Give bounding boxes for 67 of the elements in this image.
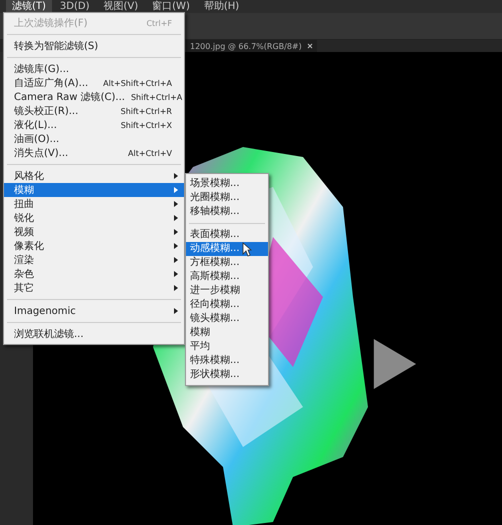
menu-item[interactable]: 液化(L)... Shift+Ctrl+X <box>4 118 184 132</box>
shortcut-text: Shift+Ctrl+A <box>130 92 182 102</box>
submenu-item[interactable]: 形状模糊... <box>186 368 268 382</box>
shortcut-text: Alt+Ctrl+V <box>128 148 172 158</box>
shortcut-text: Shift+Ctrl+X <box>120 120 172 130</box>
shortcut-text: Alt+Shift+Ctrl+A <box>103 78 172 88</box>
menu-item-label: 杂色 <box>14 268 34 281</box>
submenu-item[interactable]: 移轴模糊... <box>186 205 268 219</box>
menu-bar-item[interactable]: 帮助(H) <box>198 0 246 13</box>
menu-item[interactable]: 渲染 <box>4 253 184 267</box>
menu-item[interactable]: 扭曲 <box>4 197 184 211</box>
menu-item-label: 风格化 <box>14 170 44 183</box>
menu-item-label: 其它 <box>14 282 34 295</box>
menu-item-label: 锐化 <box>14 212 34 225</box>
menu-item-label: 视频 <box>14 226 34 239</box>
submenu-item[interactable]: 镜头模糊... <box>186 312 268 326</box>
menu-bar-item[interactable]: 窗口(W) <box>146 0 196 13</box>
menu-item[interactable]: 其它 <box>4 281 184 295</box>
menu-item[interactable]: 像素化 <box>4 239 184 253</box>
menu-item-label: 转换为智能滤镜(S) <box>14 40 98 53</box>
menu-item[interactable]: Imagenomic <box>4 304 184 318</box>
close-icon[interactable] <box>306 43 313 49</box>
shortcut-text: Ctrl+F <box>146 18 172 28</box>
menu-item[interactable]: Camera Raw 滤镜(C)... Shift+Ctrl+A <box>4 90 184 104</box>
menu-item[interactable]: 浏览联机滤镜... <box>4 327 184 341</box>
menu-item-label: 浏览联机滤镜... <box>14 328 84 341</box>
menu-item-label: 上次滤镜操作(F) <box>14 16 88 30</box>
menu-item[interactable]: 转换为智能滤镜(S) <box>4 39 184 53</box>
document-tab[interactable]: 1200.jpg @ 66.7%(RGB/8#) <box>186 40 317 52</box>
submenu-item[interactable]: 方框模糊... <box>186 256 268 270</box>
menu-item-label: 扭曲 <box>14 198 34 211</box>
submenu-item[interactable]: 模糊 <box>186 326 268 340</box>
shortcut-text: Shift+Ctrl+R <box>120 106 172 116</box>
menu-item[interactable]: 杂色 <box>4 267 184 281</box>
menu-item-label: Camera Raw 滤镜(C)... <box>14 90 125 104</box>
menu-item[interactable]: 镜头校正(R)... Shift+Ctrl+R <box>4 104 184 118</box>
submenu-item[interactable]: 光圈模糊... <box>186 191 268 205</box>
submenu-item[interactable]: 场景模糊... <box>186 177 268 191</box>
submenu-item[interactable]: 特殊模糊... <box>186 354 268 368</box>
menu-item[interactable]: 自适应广角(A)... Alt+Shift+Ctrl+A <box>4 76 184 90</box>
menu-item[interactable]: 模糊 <box>4 183 184 197</box>
menu-item[interactable]: 滤镜库(G)... <box>4 62 184 76</box>
menu-item-label: 像素化 <box>14 240 44 253</box>
menu-item-label: 渲染 <box>14 254 34 267</box>
submenu-item[interactable]: 高斯模糊... <box>186 270 268 284</box>
menu-item[interactable]: 消失点(V)... Alt+Ctrl+V <box>4 146 184 160</box>
submenu-item[interactable]: 动感模糊... <box>186 242 268 256</box>
menu-item-label: 模糊 <box>14 184 34 197</box>
menu-item-label: 消失点(V)... <box>14 146 68 160</box>
mouse-pointer-icon <box>242 242 252 257</box>
menu-item-label: 油画(O)... <box>14 132 60 146</box>
menu-item[interactable]: 锐化 <box>4 211 184 225</box>
menu-item[interactable]: 视频 <box>4 225 184 239</box>
menu-item[interactable]: 油画(O)... <box>4 132 184 146</box>
menu-item-label: 镜头校正(R)... <box>14 104 78 118</box>
menu-bar-item[interactable]: 视图(V) <box>98 0 144 13</box>
menu-item-label: 滤镜库(G)... <box>14 62 70 76</box>
submenu-item[interactable]: 进一步模糊 <box>186 284 268 298</box>
menu-item-label: Imagenomic <box>14 306 76 316</box>
submenu-item[interactable]: 径向模糊... <box>186 298 268 312</box>
menu-item-label: 自适应广角(A)... <box>14 76 88 90</box>
menu-item-label: 液化(L)... <box>14 118 57 132</box>
submenu-item[interactable]: 表面模糊... <box>186 228 268 242</box>
menu-item[interactable]: 风格化 <box>4 169 184 183</box>
menu-bar-item[interactable]: 滤镜(T) <box>6 0 52 13</box>
menu-bar-item[interactable]: 3D(D) <box>54 0 96 13</box>
submenu-item[interactable]: 平均 <box>186 340 268 354</box>
